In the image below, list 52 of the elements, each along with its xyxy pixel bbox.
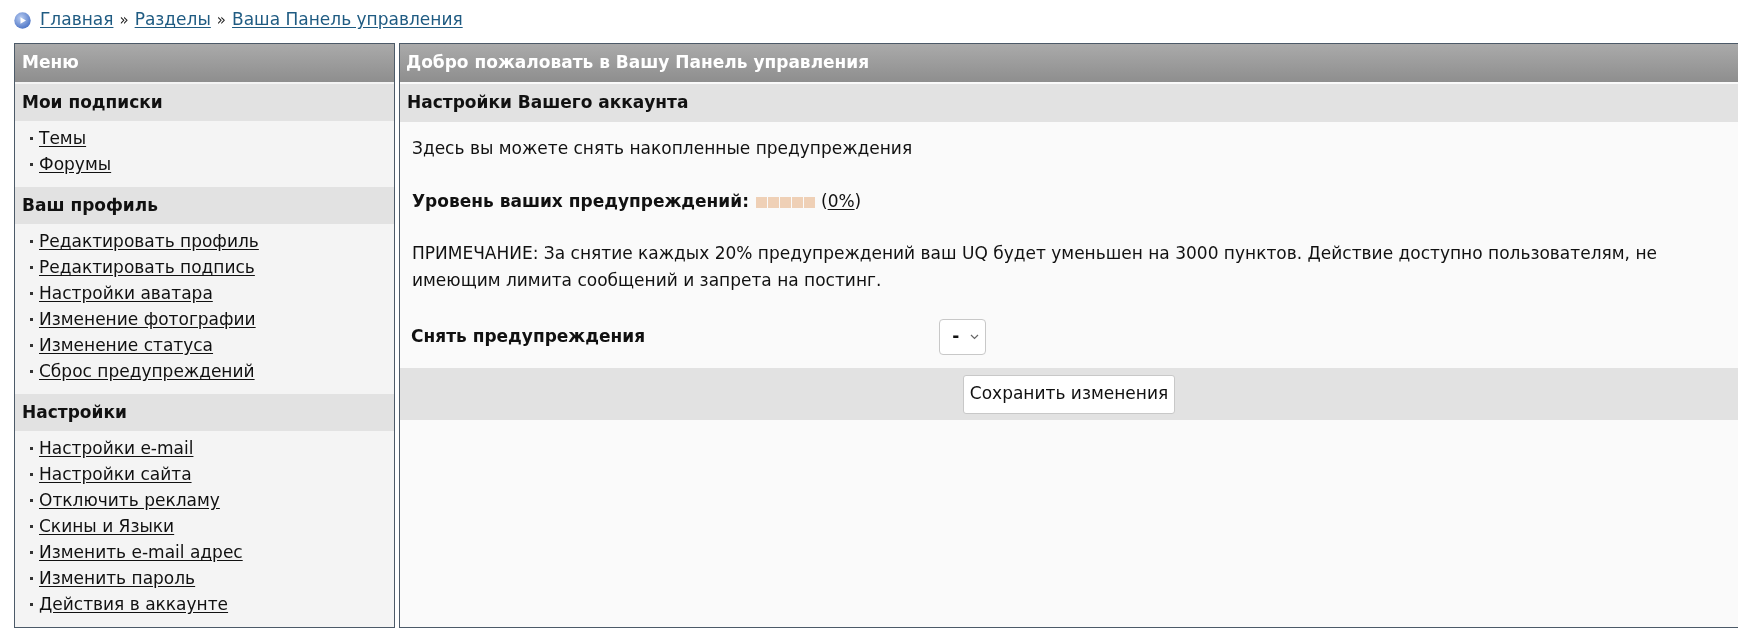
menu-section-header: Ваш профиль	[15, 187, 394, 224]
breadcrumb-link[interactable]: Ваша Панель управления	[232, 7, 463, 33]
bullet-icon	[30, 317, 33, 321]
menu-link[interactable]: Настройки сайта	[39, 463, 192, 485]
menu-link[interactable]: Редактировать подпись	[39, 256, 255, 278]
menu-link[interactable]: Настройки аватара	[39, 282, 213, 304]
save-button[interactable]: Сохранить изменения	[962, 374, 1176, 414]
bullet-icon	[30, 446, 33, 450]
menu-title: Меню	[15, 44, 394, 82]
note-text: ПРИМЕЧАНИЕ: За снятие каждых 20% предупреждений ваш UQ будет уменьшен на 3000 пунктов. Действие доступно пользователям, не имеющим лимита сообщений и запрета на постинг.	[412, 242, 1658, 292]
menu-link[interactable]: Изменить e-mail адрес	[39, 541, 243, 563]
menu-link[interactable]: Настройки e-mail	[39, 437, 194, 459]
remove-warnings-label: Снять предупреждения	[411, 326, 646, 347]
panel-subtitle: Настройки Вашего аккаунта	[400, 84, 1738, 122]
intro-text: Здесь вы можете снять накопленные предупреждения	[412, 138, 913, 158]
breadcrumb-link[interactable]: Главная	[40, 7, 114, 33]
warnings-select[interactable]: -	[939, 319, 987, 355]
menu-link[interactable]: Скины и Языки	[39, 515, 175, 537]
menu-link[interactable]: Редактировать профиль	[39, 230, 259, 252]
bullet-icon	[30, 472, 33, 476]
bullet-icon	[30, 550, 33, 554]
bullet-icon	[30, 291, 33, 295]
play-circle-icon	[14, 11, 31, 29]
bullet-icon	[30, 239, 33, 243]
panel-title: Добро пожаловать в Вашу Панель управления	[400, 44, 1738, 82]
bullet-icon	[30, 576, 33, 580]
breadcrumb-separator: »	[119, 9, 129, 31]
bullet-icon	[30, 602, 33, 606]
breadcrumb-separator: »	[216, 9, 227, 31]
menu-link[interactable]: Форумы	[39, 153, 112, 175]
bullet-icon	[30, 343, 33, 347]
chevron-down-icon	[970, 334, 980, 340]
menu-link[interactable]: Изменение фотографии	[39, 308, 256, 330]
percent-link[interactable]: 0%	[827, 191, 855, 212]
menu-link[interactable]: Сброс предупреждений	[39, 360, 255, 382]
menu-link[interactable]: Темы	[39, 127, 87, 149]
menu-link[interactable]: Отключить рекламу	[39, 489, 220, 511]
warning-level-label: Уровень ваших предупреждений:	[412, 190, 749, 214]
bullet-icon	[30, 265, 33, 269]
breadcrumb-link[interactable]: Разделы	[134, 7, 211, 33]
menu-link[interactable]: Действия в аккаунте	[39, 593, 229, 615]
bullet-icon	[30, 498, 33, 502]
bullet-icon	[30, 136, 33, 140]
bullet-icon	[30, 369, 33, 373]
warning-percent: (0%)	[821, 190, 862, 214]
menu-section-header: Мои подписки	[15, 84, 394, 121]
menu-section-header: Настройки	[15, 394, 394, 431]
menu-link[interactable]: Изменить пароль	[39, 567, 196, 589]
bullet-icon	[30, 162, 33, 166]
bullet-icon	[30, 524, 33, 528]
menu-link[interactable]: Изменение статуса	[39, 334, 214, 356]
warning-level-meter	[756, 196, 815, 208]
